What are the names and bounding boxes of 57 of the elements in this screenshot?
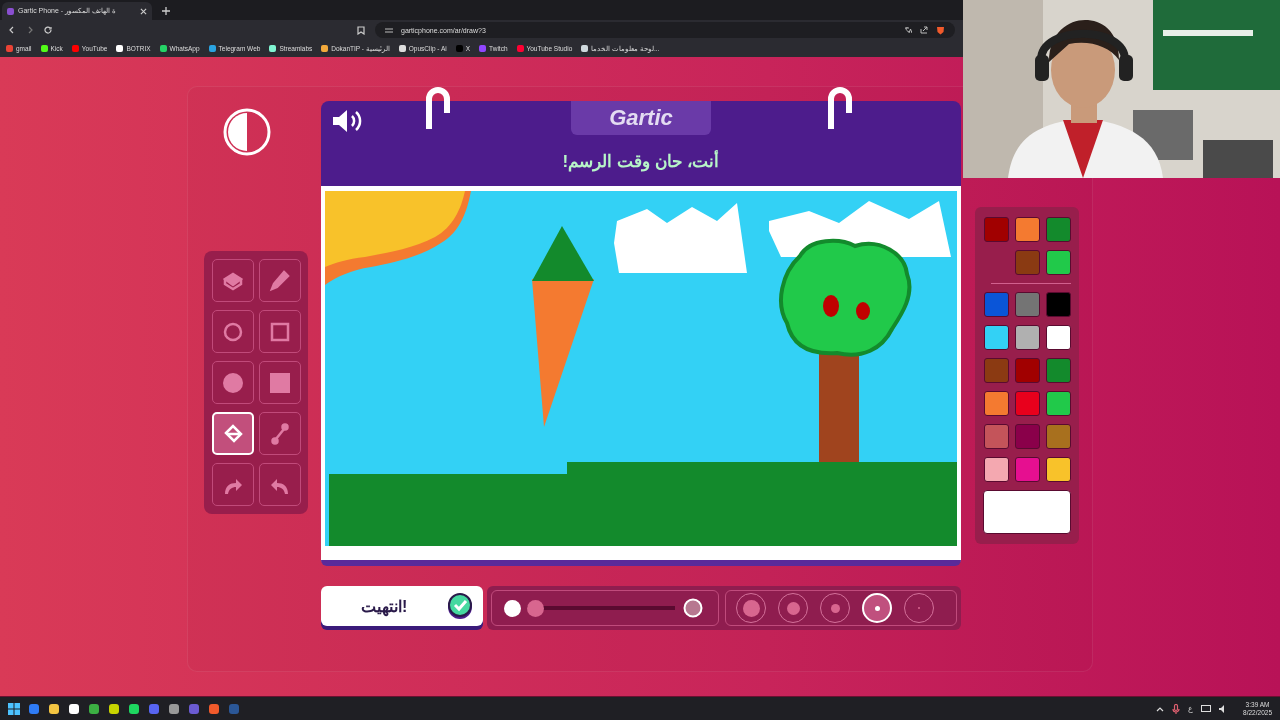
color-swatch[interactable] [1014,325,1040,350]
filled-square-icon [267,370,292,395]
check-icon [447,593,473,619]
close-icon[interactable] [140,7,147,15]
color-swatch[interactable] [983,358,1009,383]
color-swatch[interactable] [1045,250,1071,275]
pencil-icon [267,268,292,293]
shield-icon[interactable] [936,25,945,35]
color-swatch[interactable] [1014,250,1040,275]
color-swatch[interactable] [1014,457,1040,482]
bookmark-icon[interactable] [357,25,365,35]
round-heading: أنت، حان وقت الرسم! [562,151,720,172]
game-logo: Gartic [571,101,711,135]
color-swatch[interactable] [1045,217,1071,242]
binder-ring-icon [827,85,853,129]
color-swatch[interactable] [983,217,1009,242]
app-icon[interactable] [68,702,80,715]
forward-icon[interactable] [26,26,34,34]
timer-icon [222,107,272,157]
color-swatch[interactable] [983,292,1009,317]
app-icon[interactable] [88,702,100,715]
slider-thumb[interactable] [527,599,544,617]
opacity-max-icon [683,598,703,618]
color-swatch[interactable] [983,424,1009,449]
color-swatch[interactable] [1045,292,1071,317]
color-swatch[interactable] [1014,358,1040,383]
color-swatch[interactable] [983,457,1009,482]
app-icon[interactable] [168,702,180,715]
language-indicator[interactable]: ع [1188,704,1194,713]
translate-icon[interactable] [904,26,912,34]
app-icon[interactable] [48,702,60,715]
new-tab-icon[interactable] [162,7,170,15]
color-swatch[interactable] [1014,292,1040,317]
color-swatch[interactable] [983,391,1009,416]
share-icon[interactable] [920,26,928,34]
site-settings-icon [385,26,393,34]
opacity-min-icon [504,599,521,617]
app-icon[interactable] [128,702,140,715]
color-swatch[interactable] [1045,325,1071,350]
app-icon[interactable] [108,702,120,715]
reload-icon[interactable] [44,26,52,34]
color-swatch[interactable] [1045,358,1071,383]
filled-circle-icon [220,370,245,395]
caret-icon[interactable] [1156,705,1165,712]
binder-ring-icon [425,85,451,129]
back-icon[interactable] [8,26,16,34]
windows-icon[interactable] [8,702,20,715]
color-swatch[interactable] [1045,457,1071,482]
color-swatch[interactable] [983,325,1009,350]
drawing-canvas[interactable] [325,191,957,546]
color-swatch[interactable] [1045,391,1071,416]
color-swatch[interactable] [1014,217,1040,242]
site-icon [7,7,14,15]
microphone-icon[interactable] [1172,703,1181,714]
color-swatch[interactable] [1014,391,1040,416]
color-swatch[interactable] [1045,424,1071,449]
color-swatch[interactable] [1014,424,1040,449]
